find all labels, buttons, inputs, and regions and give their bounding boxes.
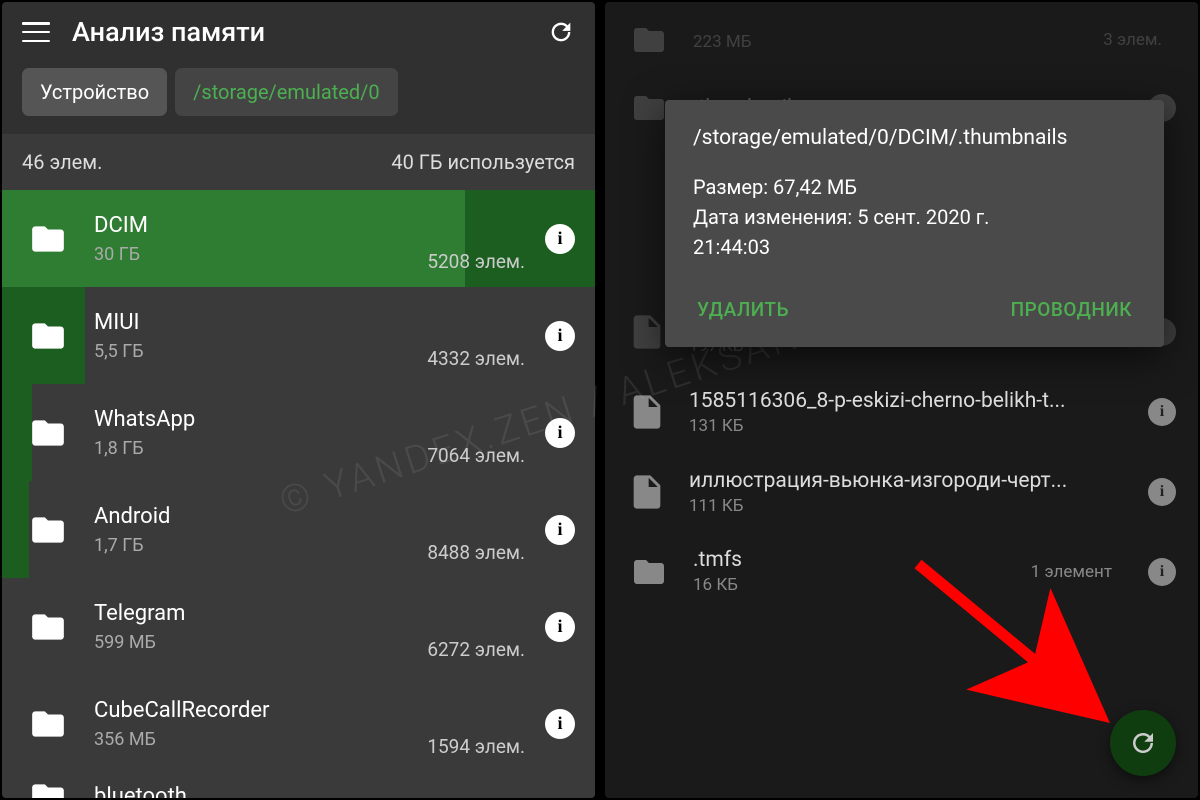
chip-path[interactable]: /storage/emulated/0 (175, 68, 398, 116)
item-size: 16 КБ (693, 575, 1009, 595)
item-size: 356 МБ (94, 729, 427, 750)
chip-device[interactable]: Устройство (22, 68, 167, 116)
refresh-icon[interactable] (547, 18, 575, 46)
folder-icon (24, 778, 72, 798)
list-item[interactable]: CubeCallRecorder 356 МБ 1594 элем. (2, 675, 595, 772)
item-name: .tmfs (693, 548, 1009, 572)
item-count: 5208 элем. (427, 250, 525, 273)
file-icon (627, 388, 667, 436)
file-icon (627, 308, 667, 356)
folder-icon (24, 511, 72, 549)
list-item[interactable]: 223 МБ 3 элем. (605, 6, 1198, 74)
page-title: Анализ памяти (72, 16, 525, 48)
list-item[interactable]: Android 1,7 ГБ 8488 элем. (2, 481, 595, 578)
item-size: 1,8 ГБ (94, 438, 427, 459)
info-icon[interactable] (545, 321, 575, 351)
item-count: 4332 элем. (427, 347, 525, 370)
item-size: 111 КБ (689, 496, 1126, 516)
item-name: CubeCallRecorder (94, 697, 427, 726)
folder-icon (24, 414, 72, 452)
item-size: 131 КБ (689, 416, 1126, 436)
item-count: 7064 элем. (427, 444, 525, 467)
info-icon[interactable] (1148, 398, 1176, 426)
item-size: 223 МБ (693, 32, 1081, 52)
dialog-time: 21:44:03 (693, 232, 1136, 262)
info-icon[interactable] (1148, 478, 1176, 506)
breadcrumb: Устройство /storage/emulated/0 (2, 62, 595, 134)
folder-icon (24, 317, 72, 355)
dialog-date: Дата изменения: 5 сент. 2020 г. (693, 202, 1136, 232)
info-icon[interactable] (545, 709, 575, 739)
list-item[interactable]: bluetooth (2, 772, 595, 798)
refresh-fab[interactable] (1110, 710, 1176, 776)
list-item[interactable]: DCIM 30 ГБ 5208 элем. (2, 190, 595, 287)
list-item[interactable]: иллюстрация-вьюнка-изгороди-черт... 111 К… (605, 452, 1198, 532)
item-count: 8488 элем. (427, 541, 525, 564)
screen-left: Анализ памяти Устройство /storage/emulat… (2, 2, 595, 798)
info-icon[interactable] (545, 418, 575, 448)
delete-button[interactable]: УДАЛИТЬ (693, 290, 793, 329)
folder-list: DCIM 30 ГБ 5208 элем. MIUI 5,5 ГБ 4332 эле… (2, 190, 595, 798)
item-name: bluetooth (94, 783, 575, 798)
list-item[interactable]: MIUI 5,5 ГБ 4332 элем. (2, 287, 595, 384)
item-count: 1594 элем. (427, 735, 525, 758)
item-count: 6272 элем. (427, 638, 525, 661)
usage-label: 40 ГБ используется (391, 150, 575, 174)
list-item[interactable]: 1585116306_8-p-eskizi-cherno-belikh-t...… (605, 372, 1198, 452)
item-size: 599 МБ (94, 632, 427, 653)
item-name: Android (94, 503, 427, 532)
stats-bar: 46 элем. 40 ГБ используется (2, 134, 595, 190)
folder-icon (627, 22, 671, 58)
item-name: иллюстрация-вьюнка-изгороди-черт... (689, 469, 1126, 493)
list-item[interactable]: .tmfs 16 КБ 1 элемент (605, 532, 1198, 611)
info-icon[interactable] (1148, 558, 1176, 586)
info-icon[interactable] (545, 224, 575, 254)
file-icon (627, 468, 667, 516)
item-name: 1585116306_8-p-eskizi-cherno-belikh-t... (689, 389, 1126, 413)
item-name: DCIM (94, 212, 427, 241)
item-size: 30 ГБ (94, 244, 427, 265)
explorer-button[interactable]: ПРОВОДНИК (1007, 290, 1136, 329)
dialog-size: Размер: 67,42 МБ (693, 172, 1136, 202)
dialog-path: /storage/emulated/0/DCIM/.thumbnails (693, 126, 1136, 150)
list-item[interactable]: Telegram 599 МБ 6272 элем. (2, 578, 595, 675)
info-icon[interactable] (545, 612, 575, 642)
folder-icon (627, 554, 671, 590)
info-icon[interactable] (545, 515, 575, 545)
item-size: 1,7 ГБ (94, 535, 427, 556)
header: Анализ памяти (2, 2, 595, 62)
folder-icon (24, 608, 72, 646)
item-extra: 3 элем. (1103, 30, 1162, 50)
item-size: 5,5 ГБ (94, 341, 427, 362)
elem-count: 46 элем. (22, 150, 102, 174)
screen-right: 223 МБ 3 элем. .thumbnails c7a8129577308… (605, 2, 1198, 798)
folder-icon (24, 220, 72, 258)
item-name: WhatsApp (94, 406, 427, 435)
item-extra: 1 элемент (1031, 562, 1112, 582)
folder-icon (24, 705, 72, 743)
info-dialog: /storage/emulated/0/DCIM/.thumbnails Раз… (665, 100, 1164, 347)
item-name: Telegram (94, 600, 427, 629)
list-item[interactable]: WhatsApp 1,8 ГБ 7064 элем. (2, 384, 595, 481)
menu-icon[interactable] (22, 22, 50, 42)
item-name: MIUI (94, 309, 427, 338)
